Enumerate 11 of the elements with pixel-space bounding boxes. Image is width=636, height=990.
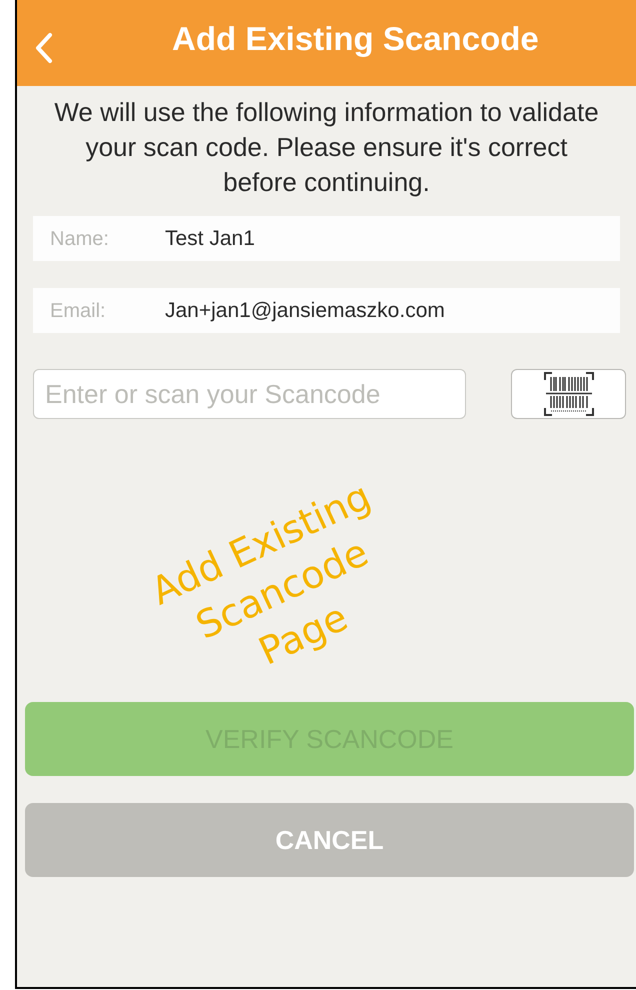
barcode-icon <box>542 371 594 417</box>
scan-button[interactable] <box>511 369 626 419</box>
screen-title: Add Existing Scancode <box>172 19 539 59</box>
field-label: Email: <box>50 298 107 324</box>
field-value: Jan+jan1@jansiemaszko.com <box>165 298 445 324</box>
cancel-button[interactable]: CANCEL <box>25 803 634 877</box>
intro-text: We will use the following information to validate your scan code. Please ensure it's correct before continuing. <box>53 96 600 199</box>
field-label: Name: <box>50 226 110 252</box>
back-icon <box>35 32 53 64</box>
scancode-field[interactable]: Enter or scan your Scancode <box>33 369 466 419</box>
field-value: Test Jan1 <box>165 226 255 252</box>
